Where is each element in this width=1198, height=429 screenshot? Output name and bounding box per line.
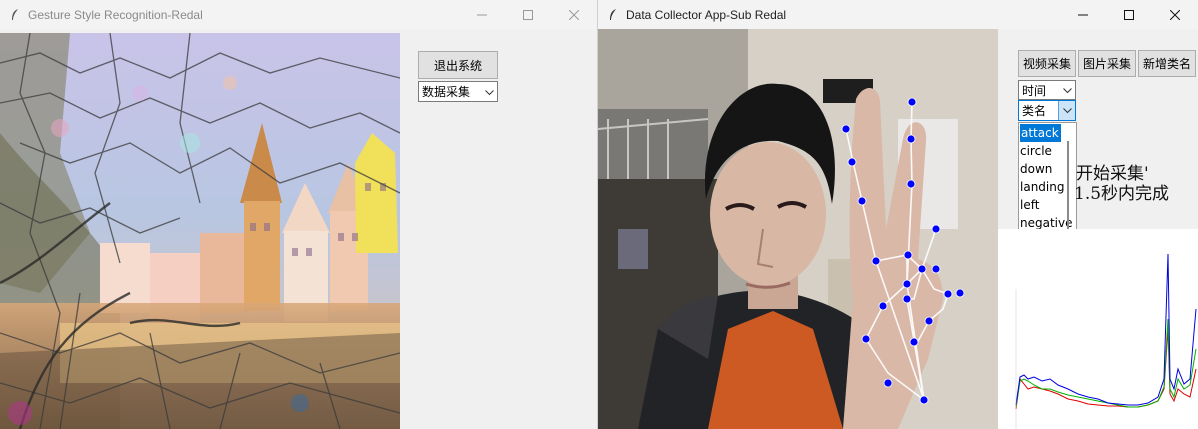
feather-app-icon [602, 8, 624, 22]
time-select[interactable]: 时间 [1018, 80, 1076, 100]
maximize-button[interactable] [505, 0, 551, 29]
minimize-button[interactable] [1060, 0, 1106, 29]
add-class-button[interactable]: 新增类名 [1138, 50, 1196, 77]
class-select-dropdown-button[interactable] [1058, 101, 1075, 120]
chevron-down-icon [1062, 107, 1072, 113]
class-select[interactable]: 类名 [1018, 100, 1076, 121]
chevron-down-icon [1063, 83, 1072, 97]
data-collector-window: Data Collector App-Sub Redal 视频采集 图片采集 新… [598, 0, 1198, 429]
class-option-label: attack [1020, 124, 1061, 142]
mode-select-value: 数据采集 [422, 85, 471, 99]
status-message-line2: 1.5秒内完成 [1074, 184, 1170, 204]
class-option-label: down [1020, 162, 1053, 176]
class-option-label: negative [1020, 216, 1073, 230]
window-title: Data Collector App-Sub Redal [626, 7, 787, 22]
gesture-style-window: Gesture Style Recognition-Redal 退出系统 数据采… [0, 0, 598, 429]
title-bar: Data Collector App-Sub Redal [598, 0, 1198, 29]
chevron-down-icon [485, 85, 494, 99]
class-option-label: left [1020, 198, 1040, 212]
class-option-attack[interactable]: attack [1019, 124, 1076, 142]
title-bar: Gesture Style Recognition-Redal [0, 0, 597, 29]
window-title: Gesture Style Recognition-Redal [28, 7, 203, 22]
time-select-value: 时间 [1022, 83, 1047, 98]
maximize-button[interactable] [1106, 0, 1152, 29]
class-select-value: 类名 [1022, 104, 1047, 118]
stylized-image [0, 33, 400, 429]
feather-app-icon [4, 8, 26, 22]
color-histogram [998, 229, 1198, 429]
minimize-button[interactable] [459, 0, 505, 29]
class-option-label: landing [1020, 180, 1065, 194]
image-capture-button[interactable]: 图片采集 [1078, 50, 1136, 77]
video-capture-button[interactable]: 视频采集 [1018, 50, 1076, 77]
class-option-label: circle [1020, 144, 1052, 158]
close-button[interactable] [1152, 0, 1198, 29]
mode-select[interactable]: 数据采集 [418, 81, 498, 102]
webcam-feed [598, 29, 998, 429]
exit-system-button[interactable]: 退出系统 [418, 51, 498, 79]
close-button[interactable] [551, 0, 597, 29]
